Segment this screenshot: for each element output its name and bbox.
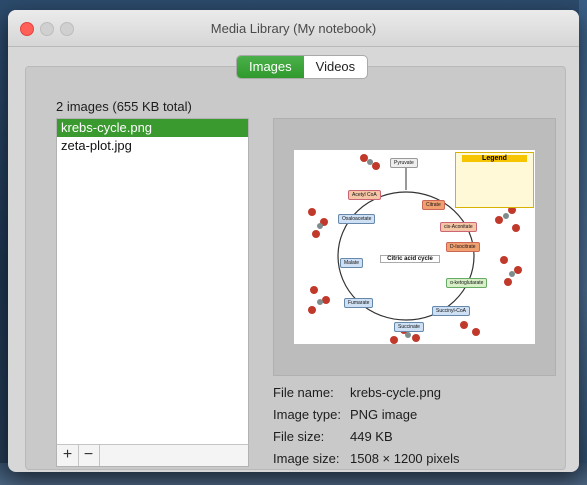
image-type-label: Image type: <box>273 407 341 422</box>
image-preview: Pyruvate Acetyl CoA Citrate cis-Aconitat… <box>273 118 556 376</box>
ketoglutarate-label: α-ketoglutarate <box>446 278 488 288</box>
media-library-window: Media Library (My notebook) Images Video… <box>8 10 579 472</box>
list-item-krebs-cycle[interactable]: krebs-cycle.png <box>57 119 248 137</box>
image-count: 2 images (655 KB total) <box>56 99 192 114</box>
window-title: Media Library (My notebook) <box>210 21 377 36</box>
citrate-label: Citrate <box>422 200 445 210</box>
file-size-label: File size: <box>273 429 325 444</box>
file-name-value: krebs-cycle.png <box>350 385 442 400</box>
isocitrate-label: D-Isocitrate <box>446 242 480 252</box>
oxaloacetate-label: Oxaloacetate <box>338 214 376 224</box>
media-type-tabs: Images Videos <box>236 55 369 79</box>
krebs-cycle-image: Pyruvate Acetyl CoA Citrate cis-Aconitat… <box>294 150 535 344</box>
legend-title: Legend <box>462 155 527 162</box>
cis-aconitate-label: cis-Aconitate <box>440 222 477 232</box>
fumarate-label: Fumarate <box>344 298 374 308</box>
pyruvate-label: Pyruvate <box>390 158 418 168</box>
image-type-value: PNG image <box>350 407 418 422</box>
succinate-label: Succinate <box>394 322 424 332</box>
list-item-zeta-plot[interactable]: zeta-plot.jpg <box>57 137 248 155</box>
file-list[interactable]: krebs-cycle.png zeta-plot.jpg <box>56 118 249 446</box>
add-button[interactable]: + <box>57 445 79 466</box>
tab-videos[interactable]: Videos <box>304 56 368 78</box>
tab-images[interactable]: Images <box>237 56 304 78</box>
malate-label: Malate <box>340 258 364 268</box>
acetyl-coa-label: Acetyl CoA <box>348 190 381 200</box>
list-buttons: + − <box>56 444 249 467</box>
cycle-center-title: Citric acid cycle <box>380 255 440 263</box>
succinyl-coa-label: Succinyl-CoA <box>432 306 471 316</box>
remove-button[interactable]: − <box>78 445 100 466</box>
file-name-label: File name: <box>273 385 334 400</box>
diagram-legend: Legend <box>455 152 534 208</box>
desktop-background <box>579 0 587 485</box>
image-size-value: 1508 × 1200 pixels <box>350 451 460 466</box>
image-details: File name: krebs-cycle.png Image type: PNG… <box>273 382 460 470</box>
image-size-label: Image size: <box>273 451 340 466</box>
file-size-value: 449 KB <box>350 429 393 444</box>
title-bar[interactable]: Media Library (My notebook) <box>8 10 579 47</box>
